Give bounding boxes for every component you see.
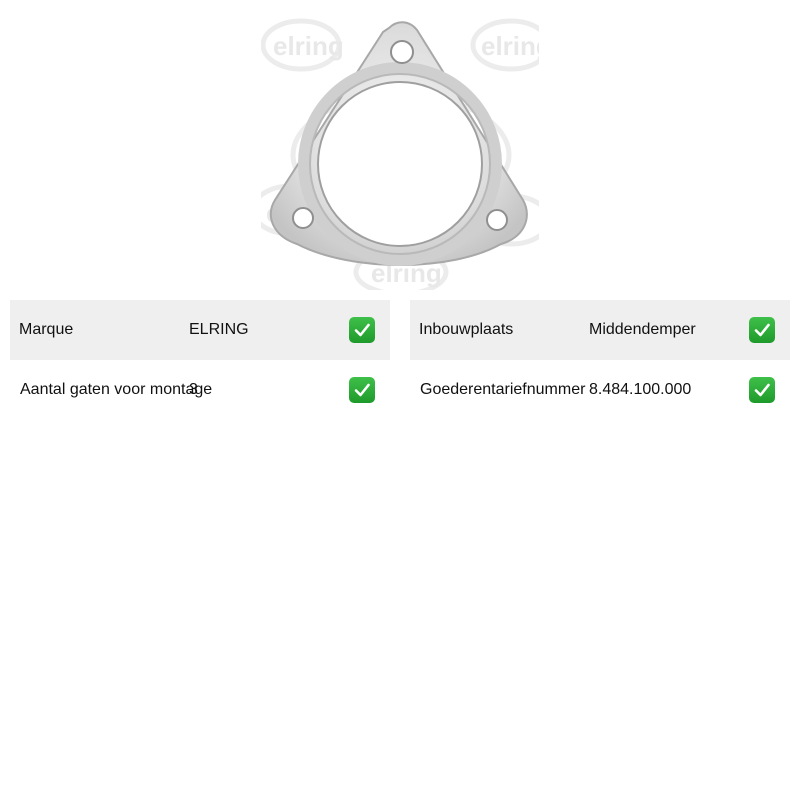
bolt-hole [390,40,414,64]
checkmark-icon [749,317,775,343]
spec-value: Middendemper [589,321,696,338]
checkmark-icon [349,317,375,343]
spec-table-right: Inbouwplaats Middendemper Goederentarief… [410,300,790,420]
checkmark-icon [749,377,775,403]
center-opening [317,81,483,247]
spec-value: 8.484.100.000 [589,381,692,398]
checkmark-icon [349,377,375,403]
watermark-text: elring [481,31,539,61]
spec-row-tariff-number: Goederentariefnummer 8.484.100.000 [410,360,790,420]
spec-table-left: Marque ELRING Aantal gaten voor montage … [10,300,390,420]
spec-label: Inbouwplaats [419,321,514,338]
spec-label: Aantal gaten voor montage [20,381,213,398]
spec-value: ELRING [189,321,249,338]
spec-row-mounting-position: Inbouwplaats Middendemper [410,300,790,360]
product-page: elring elring elring elring elring Marqu… [0,0,800,800]
bolt-hole [292,207,314,229]
product-image: elring elring elring elring elring [261,10,539,290]
spec-label: Marque [19,321,74,338]
watermark-text: elring [273,31,344,61]
spec-value: 3 [189,381,198,398]
spec-row-mounting-holes: Aantal gaten voor montage 3 [10,360,390,420]
bolt-hole [486,209,508,231]
spec-row-brand: Marque ELRING [10,300,390,360]
spec-label: Goederentariefnummer [420,381,586,398]
gasket-illustration: elring elring elring elring elring [261,10,539,290]
